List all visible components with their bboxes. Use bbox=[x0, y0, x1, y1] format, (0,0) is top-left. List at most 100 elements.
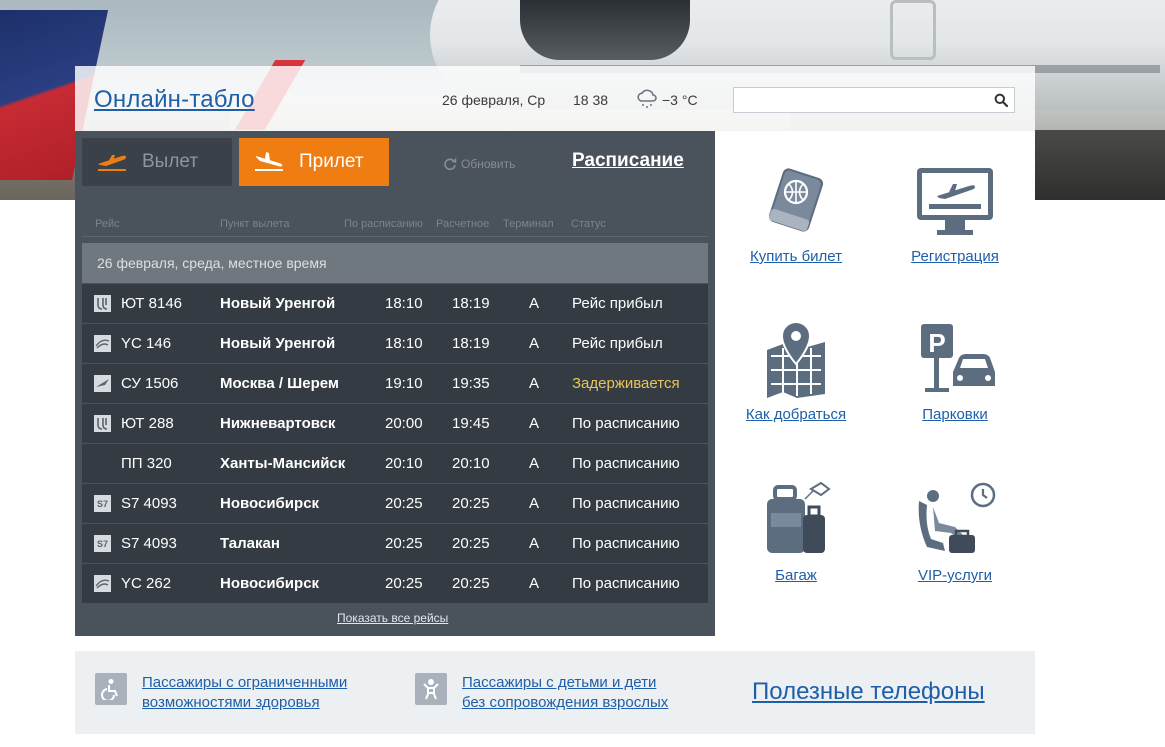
s7-logo: S7 bbox=[94, 495, 111, 512]
flight-row[interactable]: S7 S7 4093 Новосибирск 20:25 20:25 A По распис… bbox=[82, 484, 708, 524]
disabled-passengers-link[interactable]: Пассажиры с ограниченными возможностями … bbox=[95, 673, 347, 713]
flight-number: S7 4093 bbox=[121, 535, 177, 552]
flight-number: ЮТ 288 bbox=[121, 415, 174, 432]
flight-row[interactable]: ПП 320 Ханты-Мансийск 20:10 20:10 A По распис… bbox=[82, 444, 708, 484]
service-directions[interactable]: Как добраться bbox=[721, 320, 871, 423]
refresh-icon bbox=[444, 158, 457, 171]
service-registration[interactable]: Регистрация bbox=[880, 162, 1030, 265]
column-header-flight: Рейс bbox=[95, 218, 120, 230]
children-passengers-line2: без сопровождения взрослых bbox=[462, 694, 669, 711]
origin-city: Новосибирск bbox=[220, 495, 320, 512]
child-icon bbox=[415, 673, 447, 705]
estimated-time: 19:45 bbox=[452, 415, 490, 432]
terminal: A bbox=[529, 375, 540, 392]
wheelchair-icon bbox=[95, 673, 127, 705]
flight-status: Задерживается bbox=[572, 375, 680, 392]
current-time: 18 38 bbox=[573, 92, 609, 108]
scheduled-time: 20:25 bbox=[385, 495, 423, 512]
temperature: −3 °C bbox=[662, 92, 698, 108]
children-passengers-line1: Пассажиры с детьми и дети bbox=[462, 674, 657, 691]
service-baggage[interactable]: Багаж bbox=[721, 481, 871, 584]
passport-ticket-icon bbox=[768, 168, 824, 232]
search-icon[interactable] bbox=[994, 93, 1008, 107]
site-title-link[interactable]: Онлайн-табло bbox=[94, 86, 255, 114]
scheduled-time: 19:10 bbox=[385, 375, 423, 392]
service-vip-label: VIP-услуги bbox=[917, 567, 993, 584]
search-input[interactable] bbox=[734, 88, 984, 112]
flight-number: YC 262 bbox=[121, 575, 172, 592]
current-date: 26 февраля, Ср bbox=[442, 92, 546, 108]
terminal: A bbox=[529, 575, 540, 592]
refresh-button[interactable]: Обновить bbox=[443, 157, 515, 171]
flight-status: По расписанию bbox=[572, 575, 680, 592]
scheduled-time: 18:10 bbox=[385, 335, 423, 352]
schedule-link[interactable]: Расписание bbox=[572, 150, 684, 172]
terminal: A bbox=[529, 455, 540, 472]
parking-car-icon: P bbox=[921, 324, 995, 392]
flight-status: По расписанию bbox=[572, 495, 680, 512]
page: Онлайн-табло 26 февраля, Ср 18 38 −3 °C … bbox=[0, 0, 1165, 747]
flight-row[interactable]: ЮТ 8146 Новый Уренгой 18:10 18:19 A Рейс приб… bbox=[82, 284, 708, 324]
children-passengers-link[interactable]: Пассажиры с детьми и дети без сопровожде… bbox=[415, 673, 668, 713]
flight-status: Рейс прибыл bbox=[572, 335, 663, 352]
service-baggage-label: Багаж bbox=[775, 567, 817, 584]
terminal: A bbox=[529, 495, 540, 512]
terminal: A bbox=[529, 335, 540, 352]
scheduled-time: 20:00 bbox=[385, 415, 423, 432]
plane-takeoff-icon bbox=[98, 155, 126, 171]
origin-city: Новосибирск bbox=[220, 575, 320, 592]
column-header-estimated: Расчетное bbox=[436, 218, 490, 230]
terminal: A bbox=[529, 415, 540, 432]
flight-row[interactable]: YC 262 Новосибирск 20:25 20:25 A По расписани… bbox=[82, 564, 708, 604]
flight-board: Вылет Прилет Обновить Расписание Рейс Пу… bbox=[75, 131, 715, 636]
flight-row[interactable]: YC 146 Новый Уренгой 18:10 18:19 A Рейс прибы… bbox=[82, 324, 708, 364]
estimated-time: 20:10 bbox=[452, 455, 490, 472]
column-header-scheduled: По расписанию bbox=[344, 218, 424, 230]
column-header-origin: Пункт вылета bbox=[220, 218, 290, 230]
tab-departures[interactable]: Вылет bbox=[82, 138, 232, 186]
search-field bbox=[733, 87, 1015, 113]
tab-arrivals[interactable]: Прилет bbox=[239, 138, 389, 186]
disabled-passengers-line1: Пассажиры с ограниченными bbox=[142, 674, 348, 691]
aeroflot-logo bbox=[94, 375, 111, 392]
scheduled-time: 20:10 bbox=[385, 455, 423, 472]
service-vip[interactable]: VIP-услуги bbox=[880, 481, 1030, 584]
service-parking[interactable]: P Парковки bbox=[880, 320, 1030, 423]
scheduled-time: 20:25 bbox=[385, 575, 423, 592]
vip-seat-icon bbox=[918, 482, 996, 553]
origin-city: Нижневартовск bbox=[220, 415, 336, 432]
scheduled-time: 18:10 bbox=[385, 295, 423, 312]
column-header-terminal: Терминал bbox=[503, 218, 554, 230]
flight-row[interactable]: ЮТ 288 Нижневартовск 20:00 19:45 A По расписа… bbox=[82, 404, 708, 444]
plane-landing-icon bbox=[255, 152, 283, 171]
origin-city: Талакан bbox=[220, 535, 280, 552]
flight-number: ЮТ 8146 bbox=[121, 295, 183, 312]
service-registration-label: Регистрация bbox=[911, 248, 999, 265]
estimated-time: 18:19 bbox=[452, 295, 490, 312]
service-buy-ticket[interactable]: Купить билет bbox=[721, 162, 871, 265]
origin-city: Новый Уренгой bbox=[220, 295, 336, 312]
flight-status: По расписанию bbox=[572, 455, 680, 472]
disabled-passengers-line2: возможностями здоровья bbox=[142, 694, 320, 711]
estimated-time: 20:25 bbox=[452, 495, 490, 512]
flight-list: ЮТ 8146 Новый Уренгой 18:10 18:19 A Рейс приб… bbox=[82, 284, 708, 604]
flight-row[interactable]: СУ 1506 Москва / Шерем 19:10 19:35 A Задержив… bbox=[82, 364, 708, 404]
flight-status: По расписанию bbox=[572, 535, 680, 552]
airline-logo-empty bbox=[94, 455, 111, 472]
cloud-snow-icon bbox=[637, 89, 657, 108]
service-directions-label: Как добраться bbox=[745, 406, 847, 423]
svg-text:S7: S7 bbox=[97, 539, 108, 549]
flight-row[interactable]: S7 S7 4093 Талакан 20:25 20:25 A По расписанию bbox=[82, 524, 708, 564]
flight-status: Рейс прибыл bbox=[572, 295, 663, 312]
utair-logo bbox=[94, 295, 111, 312]
show-all-flights-link[interactable]: Показать все рейсы bbox=[337, 611, 448, 625]
map-pin-icon bbox=[767, 320, 825, 398]
estimated-time: 18:19 bbox=[452, 335, 490, 352]
service-buy-ticket-label: Купить билет bbox=[749, 248, 843, 265]
yamal-logo bbox=[94, 335, 111, 352]
refresh-label: Обновить bbox=[461, 157, 516, 171]
flight-status: По расписанию bbox=[572, 415, 680, 432]
flight-number: YC 146 bbox=[121, 335, 172, 352]
footer-links: Пассажиры с ограниченными возможностями … bbox=[75, 651, 1035, 734]
useful-phones-link[interactable]: Полезные телефоны bbox=[752, 678, 985, 706]
